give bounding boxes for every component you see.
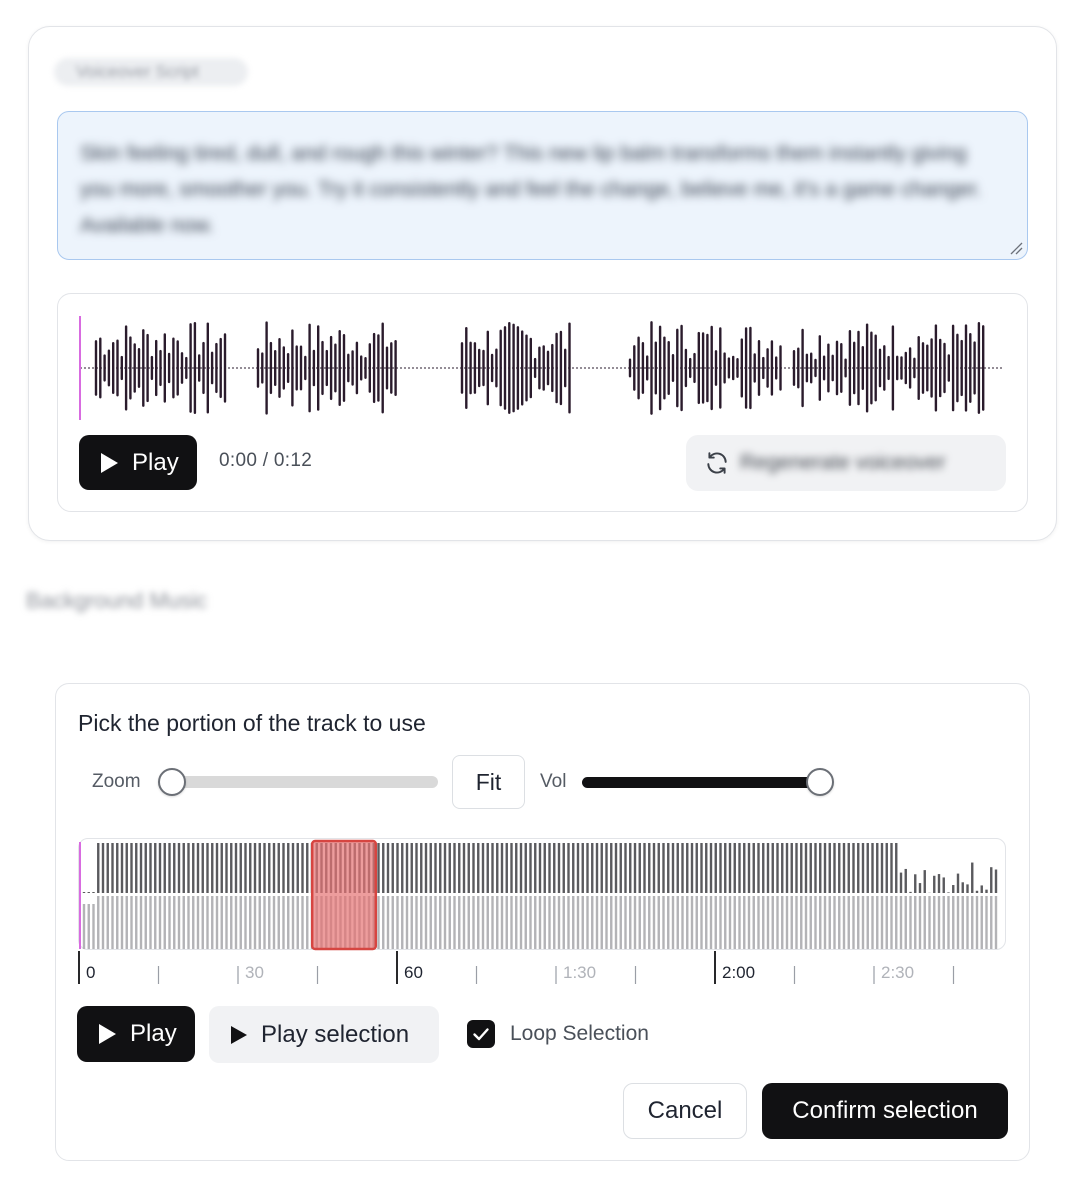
fit-button[interactable]: Fit [452, 755, 525, 809]
voiceover-script-text: Skin feeling tired, dull, and rough this… [80, 142, 982, 237]
volume-label: Vol [540, 771, 567, 792]
play-icon [99, 1024, 116, 1044]
zoom-slider[interactable] [172, 776, 438, 788]
track-picker-title: Pick the portion of the track to use [78, 710, 426, 736]
cancel-button[interactable]: Cancel [623, 1083, 747, 1139]
voiceover-time: 0:00 / 0:12 [219, 450, 313, 471]
voiceover-waveform[interactable] [58, 294, 1029, 434]
regenerate-voiceover-label: Regenerate voiceover [740, 451, 946, 474]
music-play-button[interactable]: Play [77, 1006, 195, 1062]
music-play-label: Play [130, 1020, 177, 1047]
music-waveform-box[interactable] [78, 838, 1006, 950]
resize-grip-icon[interactable] [1009, 241, 1023, 255]
play-icon [101, 452, 118, 473]
refresh-icon [707, 452, 727, 474]
confirm-selection-button[interactable]: Confirm selection [762, 1083, 1008, 1139]
voiceover-label: Voiceover Script [54, 58, 248, 86]
loop-selection-label: Loop Selection [510, 1022, 649, 1045]
play-selection-label: Play selection [261, 1020, 410, 1048]
zoom-slider-handle[interactable] [158, 768, 186, 796]
checkmark-icon [473, 1028, 489, 1041]
voiceover-play-button[interactable]: Play [79, 435, 197, 490]
background-music-label: Background Music [26, 588, 207, 613]
volume-slider-handle[interactable] [806, 768, 834, 796]
voiceover-play-label: Play [132, 448, 179, 476]
voiceover-script-input[interactable]: Skin feeling tired, dull, and rough this… [57, 111, 1028, 260]
volume-slider[interactable] [582, 777, 822, 788]
play-icon [231, 1025, 247, 1044]
play-selection-button[interactable]: Play selection [209, 1006, 439, 1063]
zoom-label: Zoom [92, 771, 141, 792]
regenerate-voiceover-button[interactable]: Regenerate voiceover [686, 435, 1006, 491]
loop-selection-checkbox[interactable] [467, 1020, 495, 1048]
